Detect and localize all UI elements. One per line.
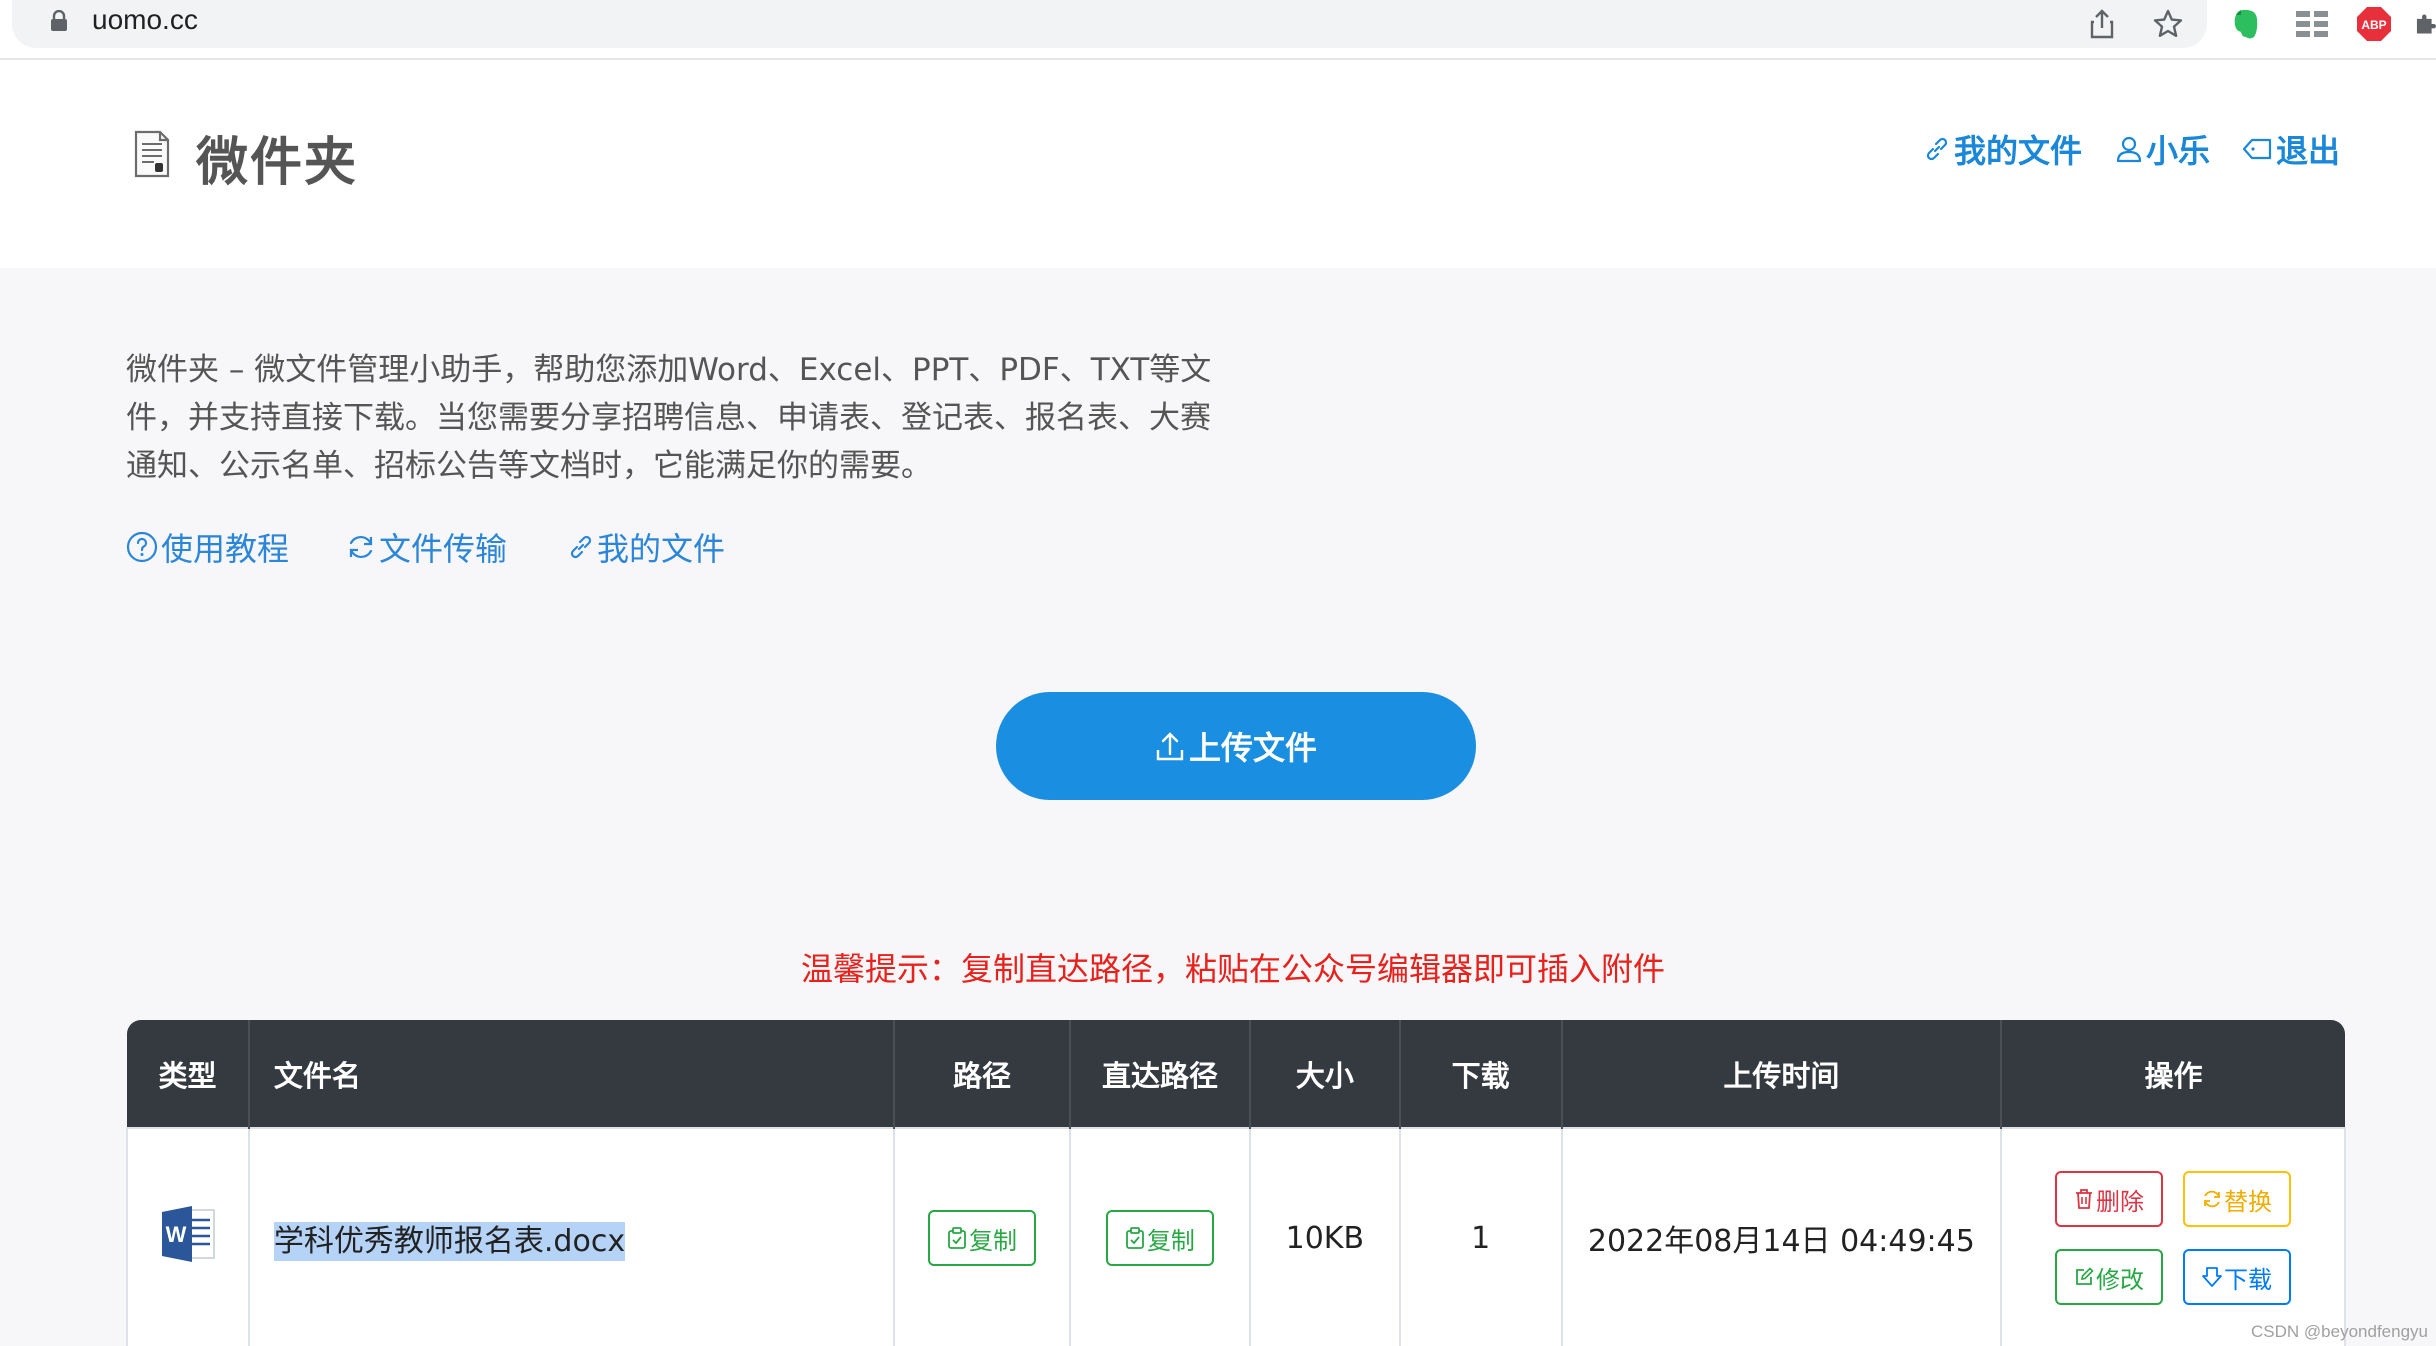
adblock-plus-icon[interactable]: ABP [2356, 6, 2392, 42]
table-row: W 学科优秀教师报名表.docx 复制 复制 10KB 1 2022年08月14… [126, 1127, 2346, 1346]
file-table: 类型 文件名 路径 直达路径 大小 下载 上传时间 操作 W 学科优秀教师报名表… [126, 1020, 2346, 1346]
header-path: 路径 [893, 1020, 1070, 1128]
url-text[interactable]: uomo.cc [92, 4, 198, 36]
watermark: CSDN @beyondfengyu [2251, 1322, 2428, 1341]
browser-toolbar: uomo.cc ABP [0, 0, 2436, 60]
nav-logout-label: 退出 [2276, 132, 2341, 170]
header-type: 类型 [127, 1020, 249, 1128]
link-icon [1926, 137, 1948, 161]
path-cell: 复制 [893, 1127, 1071, 1346]
edit-icon [2076, 1267, 2094, 1285]
direct-path-cell: 复制 [1069, 1127, 1251, 1346]
svg-text:W: W [166, 1222, 187, 1247]
logout-icon [2242, 138, 2272, 160]
download-button[interactable]: 下载 [2183, 1249, 2292, 1305]
download-label: 下载 [2224, 1265, 2273, 1294]
intro-description: 微件夹 – 微文件管理小助手，帮助您添加Word、Excel、PPT、PDF、T… [126, 352, 1212, 484]
word-icon: W [161, 1206, 215, 1262]
file-type-cell: W [126, 1127, 250, 1346]
nav-my-files[interactable]: 我的文件 [1924, 126, 2082, 172]
downloads-cell: 1 [1398, 1127, 1563, 1346]
upload-file-label: 上传文件 [1188, 729, 1317, 767]
clipboard-icon [948, 1227, 966, 1249]
header-actions: 操作 [2000, 1020, 2345, 1128]
bookmark-star-icon[interactable] [2150, 6, 2186, 42]
header-upload-time: 上传时间 [1560, 1020, 2002, 1128]
help-circle-icon [126, 531, 158, 563]
address-bar[interactable]: uomo.cc [12, 0, 2207, 48]
share-icon[interactable] [2084, 6, 2120, 42]
svg-text:ABP: ABP [2361, 18, 2386, 32]
link-my-files-label: 我的文件 [597, 530, 726, 568]
upload-file-button[interactable]: 上传文件 [996, 692, 1476, 800]
copy-path-label: 复制 [969, 1226, 1018, 1255]
lock-icon [51, 10, 67, 31]
nav-my-files-label: 我的文件 [1954, 132, 2083, 170]
delete-label: 删除 [2096, 1187, 2145, 1216]
tip-message: 温馨提示：复制直达路径，粘贴在公众号编辑器即可插入附件 [800, 950, 1665, 988]
logo-icon[interactable] [134, 130, 170, 178]
copy-direct-path-label: 复制 [1146, 1226, 1195, 1255]
evernote-extension-icon[interactable] [2228, 6, 2264, 42]
sync-icon [2204, 1190, 2220, 1208]
header-filename: 文件名 [247, 1020, 895, 1128]
link-transfer-label: 文件传输 [379, 530, 508, 568]
actions-cell: 删除 替换 修改 下载 [2000, 1127, 2346, 1346]
link-tutorial-label: 使用教程 [161, 530, 290, 568]
nav-logout[interactable]: 退出 [2242, 126, 2340, 172]
header-direct-path: 直达路径 [1069, 1020, 1250, 1128]
header-downloads: 下载 [1398, 1020, 1562, 1128]
user-icon [2116, 136, 2142, 163]
nav-user-label: 小乐 [2146, 132, 2211, 170]
edit-label: 修改 [2096, 1265, 2145, 1294]
delete-button[interactable]: 删除 [2055, 1171, 2164, 1227]
size-cell: 10KB [1248, 1127, 1401, 1346]
site-title[interactable]: 微件夹 [196, 120, 358, 195]
link-my-files[interactable]: 我的文件 [568, 524, 725, 570]
upload-icon [1156, 732, 1184, 761]
replace-label: 替换 [2224, 1187, 2273, 1216]
sync-icon [349, 535, 373, 559]
download-icon [2202, 1267, 2222, 1287]
copy-path-button[interactable]: 复制 [928, 1210, 1037, 1266]
filename-cell: 学科优秀教师报名表.docx [247, 1127, 896, 1346]
nav-user[interactable]: 小乐 [2116, 126, 2210, 172]
trash-icon [2076, 1189, 2093, 1209]
link-transfer[interactable]: 文件传输 [346, 524, 507, 570]
clipboard-icon [1126, 1227, 1144, 1249]
copy-direct-path-button[interactable]: 复制 [1105, 1210, 1214, 1266]
extensions-puzzle-icon[interactable] [2414, 6, 2436, 42]
table-header-row: 类型 文件名 路径 直达路径 大小 下载 上传时间 操作 [127, 1020, 2345, 1128]
filename-text[interactable]: 学科优秀教师报名表.docx [273, 1222, 626, 1261]
actions-grid: 删除 替换 修改 下载 [2002, 1171, 2344, 1305]
replace-button[interactable]: 替换 [2183, 1171, 2292, 1227]
edit-button[interactable]: 修改 [2055, 1249, 2164, 1305]
upload-time-cell: 2022年08月14日 04:49:45 [1560, 1127, 2003, 1346]
link-icon [570, 535, 592, 559]
grid-extension-icon[interactable] [2294, 6, 2330, 42]
link-tutorial[interactable]: 使用教程 [126, 524, 289, 570]
header-size: 大小 [1248, 1020, 1400, 1128]
